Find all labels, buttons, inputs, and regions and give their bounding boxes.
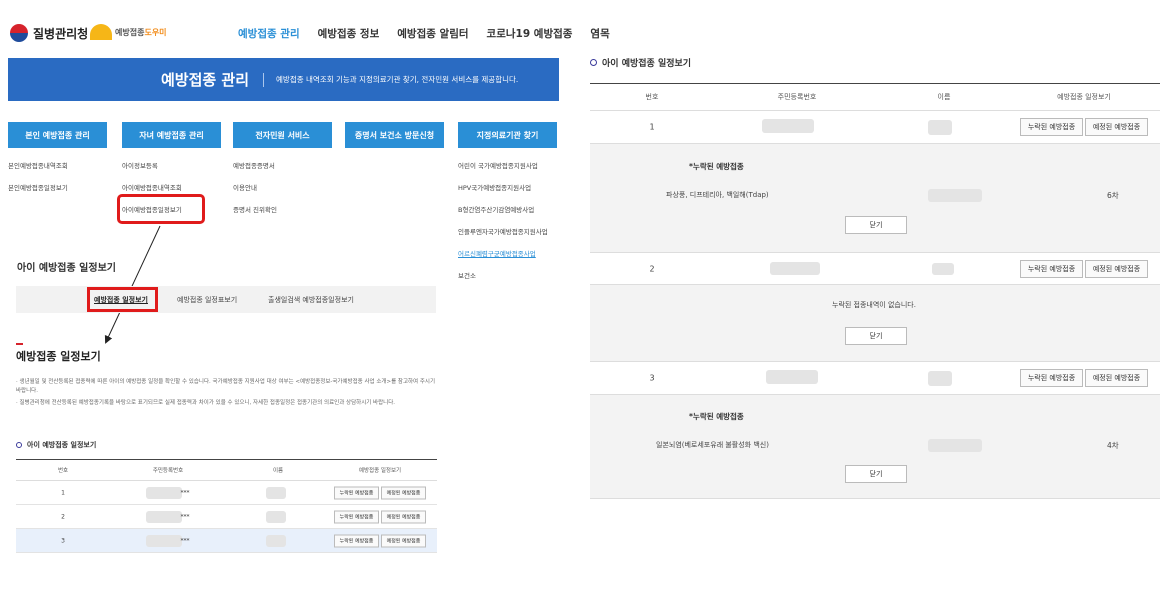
missed-vaccination-button[interactable]: 누락된 예방접종 <box>334 486 379 499</box>
col-name: 이름 <box>937 93 951 101</box>
col-number: 번호 <box>57 468 69 474</box>
no-missed-message: 누락된 접종내역이 없습니다. <box>832 301 916 309</box>
masked-name <box>266 511 286 523</box>
col-number: 번호 <box>645 93 659 101</box>
dose-number: 6차 <box>1107 191 1119 200</box>
scheduled-vaccination-button[interactable]: 예정된 예방접종 <box>1085 118 1148 136</box>
missed-label: *누락된 예방접종 <box>689 412 744 421</box>
col-rrn: 주민등록번호 <box>152 468 184 474</box>
highlight-box-tab <box>87 287 158 312</box>
col-rrn: 주민등록번호 <box>777 93 817 101</box>
notes: · 생년월일 및 전산등록된 접종력에 따른 아이의 예방접종 일정을 확인할 … <box>16 378 438 411</box>
missed-vaccine-name: 파상풍, 디프테리아, 백일해(Tdap) <box>666 191 769 199</box>
table-row: 2 *** 누락된 예방접종 예정된 예방접종 <box>16 505 437 529</box>
col-schedule: 예방접종 일정보기 <box>1057 93 1111 101</box>
col-schedule: 예방접종 일정보기 <box>358 468 402 474</box>
right-screenshot: 아이 예방접종 일정보기 번호 주민등록번호 이름 예방접종 일정보기 1 누락… <box>590 0 1160 601</box>
missed-detail-panel: 누락된 접종내역이 없습니다. 닫기 <box>590 285 1160 362</box>
table-row: 3 누락된 예방접종 예정된 예방접종 <box>590 362 1160 395</box>
schedule-table: 번호 주민등록번호 이름 예방접종 일정보기 1 *** 누락된 예방접종 예정… <box>16 459 437 553</box>
missed-detail-panel: *누락된 예방접종 파상풍, 디프테리아, 백일해(Tdap) 6차 닫기 <box>590 144 1160 253</box>
row-number: 1 <box>61 489 65 496</box>
masked-name <box>928 371 952 386</box>
missed-vaccination-button[interactable]: 누락된 예방접종 <box>1020 369 1083 387</box>
masked-date <box>928 439 982 452</box>
scheduled-vaccination-button[interactable]: 예정된 예방접종 <box>381 534 426 547</box>
close-button[interactable]: 닫기 <box>845 216 907 234</box>
scheduled-vaccination-button[interactable]: 예정된 예방접종 <box>1085 259 1148 278</box>
dose-number: 4차 <box>1107 441 1119 450</box>
masked-name <box>932 263 954 275</box>
masked-name <box>928 120 952 135</box>
close-button[interactable]: 닫기 <box>845 327 907 345</box>
table-header: 번호 주민등록번호 이름 예방접종 일정보기 <box>590 83 1160 111</box>
missed-vaccination-button[interactable]: 누락된 예방접종 <box>1020 259 1083 278</box>
table-header: 번호 주민등록번호 이름 예방접종 일정보기 <box>16 459 437 481</box>
note-1: · 생년월일 및 전산등록된 접종력에 따른 아이의 예방접종 일정을 확인할 … <box>16 379 436 394</box>
right-title: 아이 예방접종 일정보기 <box>590 56 691 69</box>
section-title: 아이 예방접종 일정보기 <box>17 263 116 274</box>
scheduled-vaccination-button[interactable]: 예정된 예방접종 <box>381 510 426 523</box>
tab-schedule-table[interactable]: 예방접종 일정표보기 <box>177 295 237 305</box>
rrn-suffix: *** <box>180 513 190 520</box>
table-row: 3 *** 누락된 예방접종 예정된 예방접종 <box>16 529 437 553</box>
rrn-suffix: *** <box>180 489 190 496</box>
masked-rrn <box>766 370 818 384</box>
circle-bullet-icon <box>590 59 597 66</box>
row-number: 2 <box>61 513 65 520</box>
masked-rrn <box>762 119 814 133</box>
circle-bullet-icon <box>16 442 22 448</box>
tab-birthdate-search[interactable]: 출생일검색 예방접종일정보기 <box>268 295 354 305</box>
rrn-suffix: *** <box>180 537 190 544</box>
left-screenshot: 질병관리청 예방접종도우미 예방접종 관리 예방접종 정보 예방접종 알림터 코… <box>0 0 610 601</box>
masked-date <box>928 189 982 202</box>
scheduled-vaccination-button[interactable]: 예정된 예방접종 <box>1085 369 1148 387</box>
col-name: 이름 <box>272 468 284 474</box>
row-number: 1 <box>649 122 655 132</box>
row-number: 3 <box>649 373 655 383</box>
row-number: 2 <box>649 264 655 273</box>
row-number: 3 <box>61 537 65 544</box>
page-title: 예방접종 일정보기 <box>16 350 101 363</box>
masked-rrn <box>770 262 820 275</box>
table-title-text: 아이 예방접종 일정보기 <box>27 441 97 449</box>
tab-bar: 예방접종 일정보기 예방접종 일정표보기 출생일검색 예방접종일정보기 <box>16 286 436 313</box>
scheduled-vaccination-button[interactable]: 예정된 예방접종 <box>381 486 426 499</box>
masked-name <box>266 535 286 547</box>
table-row: 1 누락된 예방접종 예정된 예방접종 <box>590 111 1160 144</box>
masked-rrn <box>146 511 182 523</box>
note-2: · 질병관리청에 전산등록된 예방접종기록을 바탕으로 표기되므로 실제 접종력… <box>16 400 396 406</box>
table-row: 2 누락된 예방접종 예정된 예방접종 <box>590 253 1160 285</box>
missed-detail-panel: *누락된 예방접종 일본뇌염(베로세포유래 불활성화 백신) 4차 닫기 <box>590 395 1160 499</box>
table-row: 1 *** 누락된 예방접종 예정된 예방접종 <box>16 481 437 505</box>
masked-rrn <box>146 535 182 547</box>
close-button[interactable]: 닫기 <box>845 465 907 483</box>
right-title-text: 아이 예방접종 일정보기 <box>602 59 692 69</box>
masked-rrn <box>146 487 182 499</box>
missed-vaccination-button[interactable]: 누락된 예방접종 <box>334 534 379 547</box>
missed-vaccination-button[interactable]: 누락된 예방접종 <box>1020 118 1083 136</box>
table-title: 아이 예방접종 일정보기 <box>16 440 96 450</box>
missed-label: *누락된 예방접종 <box>689 162 744 171</box>
title-mark <box>16 343 23 345</box>
schedule-detail-table: 번호 주민등록번호 이름 예방접종 일정보기 1 누락된 예방접종 예정된 예방… <box>590 83 1160 499</box>
missed-vaccination-button[interactable]: 누락된 예방접종 <box>334 510 379 523</box>
masked-name <box>266 487 286 499</box>
missed-vaccine-name: 일본뇌염(베로세포유래 불활성화 백신) <box>656 441 769 449</box>
